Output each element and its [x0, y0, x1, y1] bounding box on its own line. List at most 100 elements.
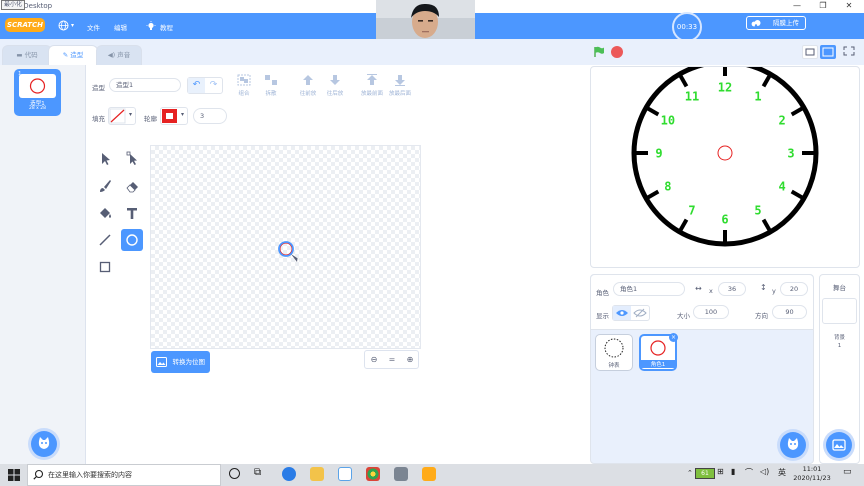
- clock-number: 6: [721, 213, 728, 227]
- brush-tool[interactable]: [94, 175, 116, 197]
- taskbar-clock[interactable]: 11:01 2020/11/23: [788, 465, 836, 483]
- maximize-button[interactable]: ❐: [818, 1, 828, 11]
- undo-icon[interactable]: ↶: [188, 78, 205, 93]
- costume-thumbnail[interactable]: 1 造型1 28 x 28: [14, 69, 61, 116]
- small-stage-icon[interactable]: [802, 45, 818, 59]
- cursor-icon: [291, 254, 300, 262]
- clock-number: 3: [787, 147, 794, 161]
- add-costume-button[interactable]: [31, 431, 57, 457]
- stage[interactable]: 12 1 2 3 4 5 6 7 8 9 10 11: [590, 66, 860, 268]
- cortana-icon[interactable]: [229, 468, 240, 479]
- menu-edit[interactable]: 编辑: [114, 22, 127, 32]
- tab-code[interactable]: ▬ 代码: [2, 45, 52, 65]
- task-view-icon[interactable]: ⧉: [254, 467, 261, 478]
- stage-thumbnail[interactable]: [822, 298, 857, 324]
- eye-icon[interactable]: [613, 306, 631, 320]
- size-input[interactable]: 100: [693, 305, 729, 319]
- line-tool[interactable]: [94, 229, 116, 251]
- add-backdrop-button[interactable]: [826, 432, 852, 458]
- reshape-tool[interactable]: [121, 148, 143, 170]
- tab-sounds[interactable]: ◀) 声音: [96, 45, 142, 65]
- green-flag-icon[interactable]: [593, 46, 605, 58]
- wifi-icon[interactable]: ⌒: [745, 467, 753, 478]
- group-button[interactable]: 组合: [230, 74, 258, 97]
- lightbulb-icon[interactable]: [146, 21, 156, 31]
- ungroup-icon: [265, 75, 277, 85]
- vertical-arrows-icon: ↕: [760, 283, 767, 292]
- redo-icon[interactable]: ↷: [205, 78, 222, 93]
- close-button[interactable]: ✕: [844, 1, 854, 11]
- app-icon-gray[interactable]: [394, 467, 408, 481]
- forward-button[interactable]: 往前放: [294, 74, 322, 97]
- scratch-taskbar-icon[interactable]: [422, 467, 436, 481]
- tab-costumes[interactable]: ✎ 造型: [48, 45, 98, 65]
- size-label: 大小: [677, 312, 690, 320]
- front-button[interactable]: 放最前面: [358, 74, 386, 97]
- costume-name-input[interactable]: 造型1: [109, 78, 181, 92]
- fill-tool[interactable]: [94, 202, 116, 224]
- sprite-tile-clock[interactable]: 钟表: [595, 334, 633, 371]
- clock-tick: [678, 74, 689, 88]
- select-tool[interactable]: [94, 148, 116, 170]
- add-sprite-button[interactable]: [780, 432, 806, 458]
- drawing-canvas[interactable]: [150, 145, 421, 349]
- zoom-reset-button[interactable]: =: [383, 351, 401, 368]
- costume-preview: [19, 74, 56, 98]
- outline-width-input[interactable]: 3: [193, 108, 227, 124]
- minimize-button[interactable]: —: [792, 1, 802, 11]
- direction-input[interactable]: 90: [772, 305, 807, 319]
- stop-icon[interactable]: [611, 46, 623, 58]
- menu-tutorials[interactable]: 教程: [160, 22, 173, 32]
- fill-color-picker[interactable]: ▾: [108, 107, 136, 125]
- volume-icon[interactable]: ◁): [760, 467, 769, 476]
- sprite-name-label: 角色: [596, 289, 609, 297]
- scratch-logo[interactable]: SCRATCH: [5, 18, 45, 32]
- text-icon: [127, 208, 137, 219]
- circle-tool[interactable]: [121, 229, 143, 251]
- large-stage-icon[interactable]: [820, 45, 836, 59]
- back-button[interactable]: 放最后面: [386, 74, 414, 97]
- chrome-icon[interactable]: [366, 467, 380, 481]
- clock-number: 11: [685, 89, 699, 103]
- stage-title: 舞台: [833, 284, 846, 292]
- fullscreen-icon[interactable]: [842, 45, 858, 59]
- clock-number: 9: [655, 147, 662, 161]
- delete-sprite-icon[interactable]: ×: [669, 333, 678, 342]
- backward-icon: [330, 75, 340, 85]
- y-input[interactable]: 20: [780, 282, 808, 296]
- globe-icon[interactable]: [58, 20, 69, 31]
- clock-tick: [646, 189, 660, 200]
- chevron-down-icon[interactable]: ▾: [71, 22, 74, 29]
- sprite-tile-selected[interactable]: 角色1 ×: [639, 333, 678, 371]
- sprite-name-input[interactable]: 角色1: [613, 282, 685, 296]
- zoom-out-icon[interactable]: ⊖: [365, 351, 383, 368]
- eye-hidden-icon[interactable]: [631, 306, 649, 320]
- file-explorer-icon[interactable]: [310, 467, 324, 481]
- circle-sprite[interactable]: [717, 145, 733, 161]
- x-input[interactable]: 36: [718, 282, 746, 296]
- zoom-in-icon[interactable]: ⊕: [401, 351, 419, 368]
- usb-icon[interactable]: ▮: [731, 467, 735, 476]
- battery-indicator[interactable]: 61: [695, 468, 715, 479]
- convert-to-bitmap-button[interactable]: 转换为位图: [151, 351, 210, 373]
- outline-color-picker[interactable]: ▾: [160, 107, 188, 125]
- speaker-icon: ◀): [107, 51, 118, 59]
- upload-button[interactable]: 隔膜上传: [746, 16, 806, 30]
- notifications-icon[interactable]: ▭: [843, 467, 852, 477]
- network-app-icon[interactable]: [338, 467, 352, 481]
- windows-start-icon[interactable]: [8, 469, 20, 481]
- text-tool[interactable]: [121, 202, 143, 224]
- ime-indicator[interactable]: 英: [778, 467, 786, 478]
- chevron-up-icon[interactable]: ⌃: [687, 469, 693, 477]
- app-icon-l[interactable]: [282, 467, 296, 481]
- ungroup-button[interactable]: 拆散: [257, 74, 285, 97]
- network-icon[interactable]: ⊞: [717, 467, 724, 476]
- clock-number: 5: [754, 204, 761, 218]
- backdrop-count: 1: [837, 343, 842, 349]
- taskbar-search-input[interactable]: 在这里输入你要搜索的内容: [27, 464, 221, 486]
- rectangle-tool[interactable]: [94, 256, 116, 278]
- brush-icon: [100, 180, 111, 192]
- menu-file[interactable]: 文件: [87, 22, 100, 32]
- backward-button[interactable]: 往后放: [321, 74, 349, 97]
- eraser-tool[interactable]: [121, 175, 143, 197]
